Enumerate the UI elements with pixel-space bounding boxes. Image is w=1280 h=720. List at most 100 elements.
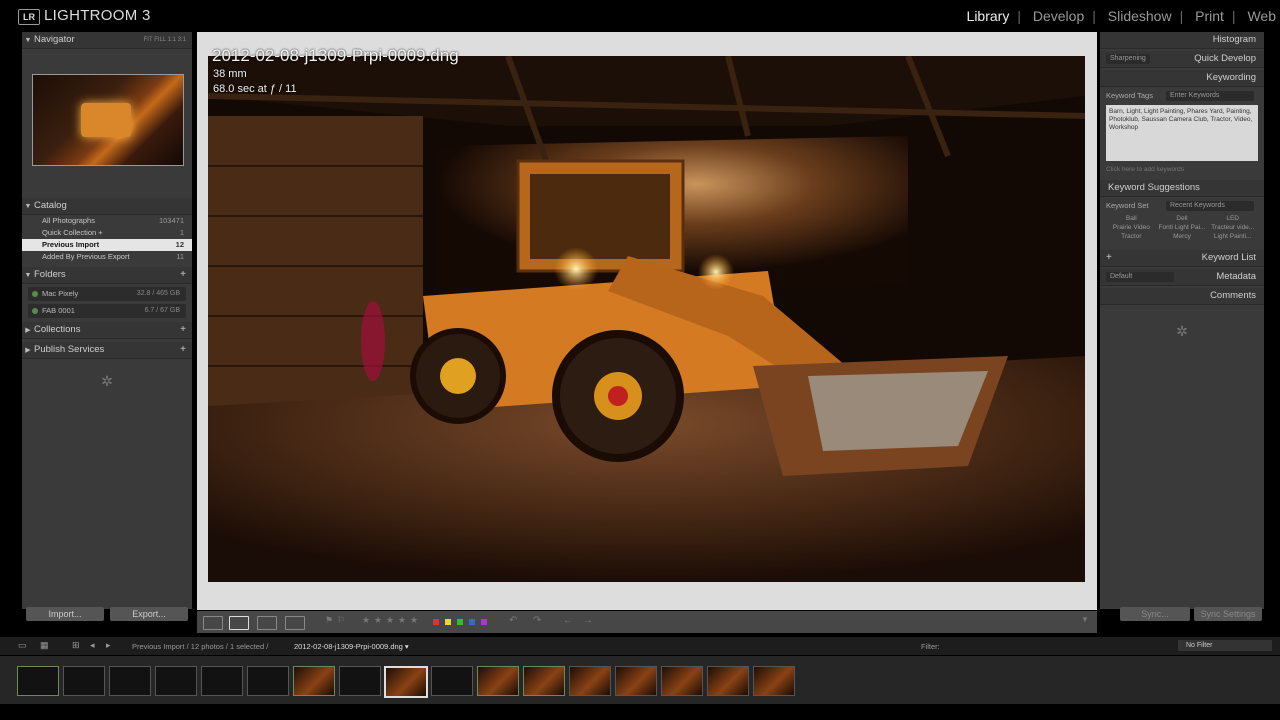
filmstrip-source-path[interactable]: Previous Import / 12 photos / 1 selected… xyxy=(132,642,268,651)
filmstrip-thumbnail[interactable] xyxy=(293,666,335,696)
back-arrow-icon[interactable]: ◂ xyxy=(90,640,95,651)
keyword-suggestion[interactable]: Tracteur vide... xyxy=(1207,224,1258,231)
keyword-set-dropdown[interactable]: Recent Keywords xyxy=(1166,201,1254,211)
compare-view-icon[interactable] xyxy=(257,616,277,630)
reject-flag-icon[interactable]: ⚐ xyxy=(337,615,345,626)
comments-header[interactable]: Comments xyxy=(1100,288,1264,305)
filmstrip-thumbnail[interactable] xyxy=(109,666,151,696)
rating-star-icon[interactable]: ★ xyxy=(386,615,394,626)
previous-photo-icon[interactable]: ← xyxy=(563,615,573,626)
keyword-suggestion[interactable]: Ball xyxy=(1106,215,1157,222)
keyword-tags-row: Keyword Tags Enter Keywords xyxy=(1100,90,1264,102)
add-collection-icon[interactable]: + xyxy=(180,322,186,338)
filmstrip-thumbnail[interactable] xyxy=(569,666,611,696)
folder-volume-mac[interactable]: Mac Pixely 32.8 / 465 GB xyxy=(28,287,186,301)
keyword-suggestions-header[interactable]: Keyword Suggestions xyxy=(1100,180,1264,197)
keyword-tags-dropdown[interactable]: Enter Keywords xyxy=(1166,91,1254,101)
color-label-red[interactable] xyxy=(433,619,439,625)
filter-preset-dropdown[interactable]: No Filter xyxy=(1178,640,1272,651)
keywording-header[interactable]: Keywording xyxy=(1100,70,1264,87)
filmstrip-thumbnail[interactable] xyxy=(753,666,795,696)
keyword-suggestion[interactable]: Dell xyxy=(1157,215,1208,222)
catalog-item-all-photographs[interactable]: All Photographs 103471 xyxy=(22,215,192,227)
color-label-blue[interactable] xyxy=(469,619,475,625)
color-label-purple[interactable] xyxy=(481,619,487,625)
catalog-item-added-by-previous-export[interactable]: Added By Previous Export 11 xyxy=(22,251,192,263)
catalog-item-previous-import[interactable]: Previous Import 12 xyxy=(22,239,192,251)
rotate-left-icon[interactable]: ↶ xyxy=(509,615,517,626)
folders-header[interactable]: ▼ Folders + xyxy=(22,267,192,284)
filmstrip-thumbnail[interactable] xyxy=(339,666,381,696)
filmstrip-thumbnail[interactable] xyxy=(17,666,59,696)
color-label-yellow[interactable] xyxy=(445,619,451,625)
metadata-header[interactable]: Default Metadata xyxy=(1100,269,1264,286)
filmstrip-thumbnail[interactable] xyxy=(63,666,105,696)
quick-develop-header[interactable]: Sharpening Quick Develop xyxy=(1100,51,1264,68)
folder-volume-fab[interactable]: FAB 0001 6.7 / 67 GB xyxy=(28,304,186,318)
catalog-header[interactable]: ▼ Catalog xyxy=(22,198,192,215)
catalog-item-quick-collection[interactable]: Quick Collection + 1 xyxy=(22,227,192,239)
loupe-photo[interactable] xyxy=(208,56,1085,582)
module-library[interactable]: Library xyxy=(963,8,1014,24)
add-keywords-field[interactable]: Click here to add keywords xyxy=(1100,164,1264,176)
sync-button[interactable]: Sync... xyxy=(1120,607,1190,621)
rating-star-icon[interactable]: ★ xyxy=(374,615,382,626)
metadata-preset-dropdown[interactable]: Default xyxy=(1106,272,1174,282)
grid-mode-icon[interactable]: ⊞ xyxy=(72,640,80,651)
sync-settings-button[interactable]: Sync Settings xyxy=(1194,607,1262,621)
catalog-item-label: Previous Import xyxy=(42,240,100,249)
filmstrip-thumbnail[interactable] xyxy=(201,666,243,696)
keyword-suggestion[interactable]: Prairie Video xyxy=(1106,224,1157,231)
keyword-suggestion[interactable]: Mercy xyxy=(1157,233,1208,240)
color-label-green[interactable] xyxy=(457,619,463,625)
rotate-right-icon[interactable]: ↷ xyxy=(533,615,541,626)
collections-header[interactable]: ▶ Collections + xyxy=(22,322,192,339)
histogram-header[interactable]: Histogram xyxy=(1100,32,1264,49)
keyword-list-label: Keyword List xyxy=(1201,252,1256,263)
publish-services-header[interactable]: ▶ Publish Services + xyxy=(22,342,192,359)
filmstrip-thumbnail[interactable] xyxy=(615,666,657,696)
filmstrip-thumbnail[interactable] xyxy=(523,666,565,696)
keyword-suggestion[interactable]: Fonti Light Pai... xyxy=(1157,224,1208,231)
folder-size: 6.7 / 67 GB xyxy=(144,307,180,314)
filmstrip-selected-file[interactable]: 2012-02-08-j1309-Prpi-0009.dng ▾ xyxy=(294,642,409,651)
import-button[interactable]: Import... xyxy=(26,607,104,621)
filmstrip-thumbnail[interactable] xyxy=(661,666,703,696)
filmstrip-thumbnail[interactable] xyxy=(477,666,519,696)
survey-view-icon[interactable] xyxy=(285,616,305,630)
loupe-view-icon[interactable] xyxy=(229,616,249,630)
quick-develop-preset[interactable]: Sharpening xyxy=(1106,54,1150,64)
keyword-suggestion[interactable]: Light Painti... xyxy=(1207,233,1258,240)
rating-star-icon[interactable]: ★ xyxy=(398,615,406,626)
grid-toggle-icon[interactable]: ▦ xyxy=(40,640,49,651)
filmstrip-thumbnail[interactable] xyxy=(155,666,197,696)
filmstrip-thumbnail[interactable] xyxy=(247,666,289,696)
filmstrip-thumbnail[interactable] xyxy=(707,666,749,696)
add-folder-icon[interactable]: + xyxy=(180,267,186,283)
flag-icon[interactable]: ⚑ xyxy=(325,615,333,626)
module-develop[interactable]: Develop xyxy=(1029,8,1088,24)
keywords-textarea[interactable]: Barn, Light, Light Painting, Phares Yard… xyxy=(1106,105,1258,161)
module-slideshow[interactable]: Slideshow xyxy=(1104,8,1176,24)
add-publish-service-icon[interactable]: + xyxy=(180,342,186,358)
navigator-preview[interactable] xyxy=(32,74,184,166)
add-keyword-icon[interactable]: + xyxy=(1106,250,1112,266)
keyword-suggestion[interactable]: LED xyxy=(1207,215,1258,222)
forward-arrow-icon[interactable]: ▸ xyxy=(106,640,111,651)
filmstrip-thumbnail-selected[interactable] xyxy=(384,666,428,698)
navigator-zoom-options[interactable]: FIT FILL 1:1 3:1 xyxy=(144,32,186,48)
next-photo-icon[interactable]: → xyxy=(583,615,593,626)
rating-star-icon[interactable]: ★ xyxy=(410,615,418,626)
secondary-display-icon[interactable]: ▭ xyxy=(18,640,27,651)
catalog-item-count: 12 xyxy=(175,240,184,249)
toolbar-menu-chevron-icon[interactable]: ▼ xyxy=(1081,615,1089,624)
export-button[interactable]: Export... xyxy=(110,607,188,621)
rating-star-icon[interactable]: ★ xyxy=(362,615,370,626)
module-web[interactable]: Web xyxy=(1243,8,1280,24)
navigator-header[interactable]: ▼ Navigator FIT FILL 1:1 3:1 xyxy=(22,32,192,49)
filmstrip-thumbnail[interactable] xyxy=(431,666,473,696)
keyword-suggestion[interactable]: Tractor xyxy=(1106,233,1157,240)
keyword-list-header[interactable]: + Keyword List xyxy=(1100,250,1264,267)
grid-view-icon[interactable] xyxy=(203,616,223,630)
module-print[interactable]: Print xyxy=(1191,8,1228,24)
